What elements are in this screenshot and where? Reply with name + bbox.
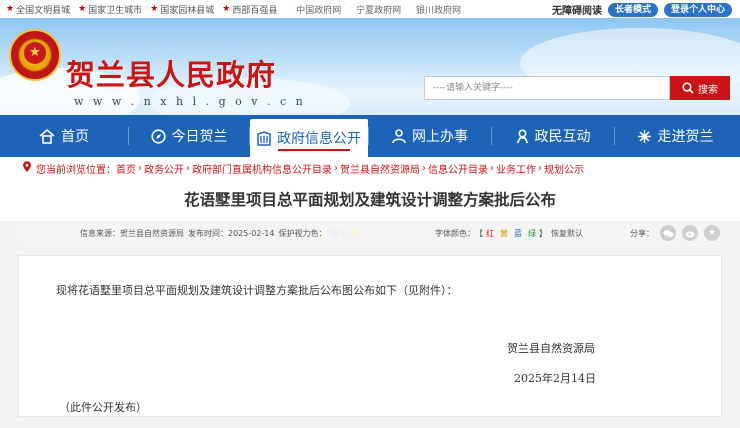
share-group: 分享： ★: [630, 221, 720, 245]
star-icon: ★: [6, 4, 15, 14]
vision-swatch-green[interactable]: [340, 229, 349, 237]
link-gov-cn[interactable]: 中国政府网: [296, 3, 341, 16]
honor-item: 国家卫生城市: [88, 5, 143, 16]
nav-label: 今日贺兰: [171, 129, 228, 145]
accessibility-button[interactable]: 无障碍阅读: [552, 2, 602, 17]
article-title: 花语墅里项目总平面规划及建筑设计调整方案批后公布: [0, 179, 740, 221]
breadcrumb-info-catalog[interactable]: 信息公开目录: [428, 161, 488, 176]
nav-gov-info[interactable]: 政府信息公开: [250, 119, 368, 157]
vision-label: 保护视力色：: [278, 228, 327, 238]
vision-swatch-yellow[interactable]: [351, 229, 360, 237]
header-banner: ★ 贺兰县人民政府 w w w . n x h l . g o v . c n …: [0, 18, 740, 115]
building-icon: [257, 130, 271, 146]
elder-mode-button[interactable]: 长者模式: [607, 2, 658, 17]
nav-label: 首页: [61, 129, 89, 145]
divider: ·: [289, 4, 293, 14]
bracket: 】: [539, 228, 547, 238]
info-source: 信息来源：贺兰县自然资源局: [80, 228, 184, 238]
publish-time: 发布时间：2025-02-14: [188, 228, 275, 238]
location-pin-icon: [22, 160, 32, 176]
breadcrumb-planning[interactable]: 规划公示: [544, 161, 584, 176]
breadcrumb-gov-open[interactable]: 政务公开: [144, 161, 184, 176]
nav-about[interactable]: 走进贺兰: [615, 115, 735, 157]
site-title[interactable]: 贺兰县人民政府: [66, 52, 276, 94]
breadcrumb-prefix: 您当前浏览位置：: [36, 164, 116, 176]
bracket: 【: [475, 228, 483, 238]
font-color-label: 字体颜色：: [435, 228, 475, 238]
star-icon: ★: [78, 4, 87, 14]
honor-item: 西部百强县: [232, 5, 278, 16]
chevron-right-icon: ›: [334, 162, 338, 174]
publish-note: （此件公开发布）: [59, 401, 147, 414]
top-bar: ★ 全国文明县城 ★ 国家卫生城市 ★ 国家园林县城 ★ 西部百强县 · 中国政…: [0, 0, 740, 18]
home-icon: [39, 128, 55, 144]
link-nx-gov[interactable]: 宁夏政府网: [356, 3, 401, 16]
article-meta: 信息来源：贺兰县自然资源局 发布时间：2025-02-14 保护视力色： 字体颜…: [18, 221, 722, 245]
wechat-icon[interactable]: [660, 225, 676, 241]
font-color-blue[interactable]: 蓝: [514, 228, 522, 239]
nav-today[interactable]: 今日贺兰: [129, 115, 249, 157]
chevron-right-icon: ›: [422, 162, 426, 174]
signature-date: 2025年2月14日: [514, 372, 596, 385]
person-icon: [392, 128, 406, 143]
breadcrumb-business[interactable]: 业务工作: [496, 161, 536, 176]
vision-swatch-blue[interactable]: [329, 229, 338, 237]
nav-label: 政民互动: [534, 129, 591, 145]
divider: ·: [349, 4, 353, 14]
top-actions: 无障碍阅读 长者模式 登录个人中心: [552, 2, 732, 17]
article-body: 现将花语墅里项目总平面规划及建筑设计调整方案批后公布图公布如下（见附件）： 贺兰…: [18, 255, 722, 417]
breadcrumb: 您当前浏览位置： 首页 › 政务公开 › 政府部门直属机构信息公开目录 › 贺兰…: [0, 157, 740, 179]
nav-label: 政府信息公开: [277, 131, 361, 147]
search-button-label: 搜索: [698, 84, 718, 96]
site-url: w w w . n x h l . g o v . c n: [74, 95, 306, 108]
share-label: 分享：: [630, 228, 654, 238]
font-color-group: 字体颜色： 【 红 黄 蓝 绿 】 恢复默认: [435, 221, 583, 245]
nav-label: 网上办事: [412, 129, 468, 145]
login-button[interactable]: 登录个人中心: [663, 2, 732, 17]
article-paragraph: 现将花语墅里项目总平面规划及建筑设计调整方案批后公布图公布如下（见附件）：: [56, 284, 458, 297]
chevron-right-icon: ›: [538, 162, 542, 174]
honor-item: 国家园林县城: [160, 5, 215, 16]
font-color-yellow[interactable]: 黄: [500, 228, 508, 239]
search-icon: [682, 82, 694, 94]
honor-item: 全国文明县城: [16, 5, 71, 16]
weibo-icon[interactable]: [682, 225, 698, 241]
star-icon: ★: [222, 4, 231, 14]
breadcrumb-resource-bureau[interactable]: 贺兰县自然资源局: [340, 161, 420, 176]
user-icon: [516, 128, 528, 143]
chevron-right-icon: ›: [138, 162, 142, 174]
signature-org: 贺兰县自然资源局: [507, 342, 595, 355]
chevron-right-icon: ›: [490, 162, 494, 174]
divider: ·: [409, 4, 413, 14]
flower-icon: [637, 129, 651, 143]
nav-home[interactable]: 首页: [0, 115, 128, 157]
star-icon: ★: [150, 4, 159, 14]
chevron-right-icon: ›: [186, 162, 190, 174]
nav-interaction[interactable]: 政民互动: [492, 115, 614, 157]
breadcrumb-dept-catalog[interactable]: 政府部门直属机构信息公开目录: [192, 161, 332, 176]
main-nav: 首页 今日贺兰 政府信息公开 网上办事 政民互动 走进贺兰: [0, 115, 740, 157]
reset-font-button[interactable]: 恢复默认: [551, 228, 583, 239]
breadcrumb-home[interactable]: 首页: [116, 161, 136, 176]
search-input[interactable]: ----请输入关键字----: [424, 76, 670, 100]
compass-icon: [150, 128, 166, 144]
font-color-green[interactable]: 绿: [528, 228, 536, 239]
qzone-star-icon[interactable]: ★: [704, 225, 720, 241]
national-emblem-icon: ★: [9, 29, 61, 81]
search-button[interactable]: 搜索: [670, 76, 730, 100]
link-yc-gov[interactable]: 银川政府网: [416, 3, 461, 16]
font-color-red[interactable]: 红: [486, 228, 494, 239]
nav-label: 走进贺兰: [657, 129, 714, 145]
nav-online-service[interactable]: 网上办事: [369, 115, 491, 157]
